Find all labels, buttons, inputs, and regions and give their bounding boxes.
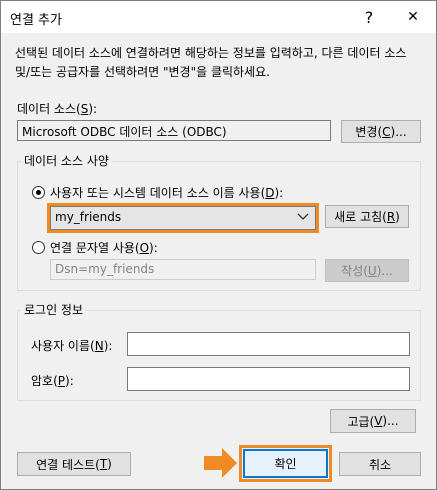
- add-connection-dialog: 연결 추가 ? ✕ 선택된 데이터 소스에 연결하려면 해당하는 정보를 입력하…: [0, 0, 437, 490]
- use-dsn-radio[interactable]: [32, 186, 45, 199]
- change-button[interactable]: 변경(C)...: [341, 120, 421, 143]
- use-conn-string-radio[interactable]: [32, 241, 45, 254]
- conn-string-field[interactable]: Dsn=my_friends: [50, 259, 316, 280]
- cancel-button[interactable]: 취소: [339, 452, 421, 476]
- username-input[interactable]: [127, 332, 410, 356]
- test-connection-button[interactable]: 연결 테스트(T): [17, 452, 131, 476]
- login-group-title: 로그인 정보: [21, 301, 87, 318]
- chevron-down-icon: [297, 209, 309, 226]
- dsn-combo-value: my_friends: [55, 210, 122, 224]
- refresh-button[interactable]: 새로 고침(R): [325, 205, 409, 228]
- help-button[interactable]: ?: [349, 1, 389, 33]
- build-button[interactable]: 작성(U)...: [325, 259, 409, 282]
- title-bar: 연결 추가 ? ✕: [1, 1, 436, 33]
- window-title: 연결 추가: [10, 13, 62, 28]
- orange-arrow-icon: [204, 447, 238, 482]
- password-input[interactable]: [127, 367, 410, 391]
- close-button[interactable]: ✕: [393, 1, 433, 33]
- use-conn-string-label: 연결 문자열 사용(O):: [50, 241, 158, 255]
- intro-text: 선택된 데이터 소스에 연결하려면 해당하는 정보를 입력하고, 다른 데이터 …: [15, 46, 407, 79]
- advanced-button[interactable]: 고급(V)...: [330, 409, 416, 433]
- username-label: 사용자 이름(N):: [31, 339, 113, 353]
- datasource-label: 데이터 소스(S):: [17, 102, 98, 116]
- use-dsn-label: 사용자 또는 시스템 데이터 소스 이름 사용(D):: [50, 186, 284, 200]
- password-label: 암호(P):: [31, 374, 74, 388]
- dsn-combo[interactable]: my_friends: [50, 206, 316, 230]
- datasource-field: Microsoft ODBC 데이터 소스 (ODBC): [17, 120, 331, 141]
- ok-button[interactable]: 확인: [243, 449, 328, 478]
- datasource-spec-title: 데이터 소스 사양: [21, 152, 112, 169]
